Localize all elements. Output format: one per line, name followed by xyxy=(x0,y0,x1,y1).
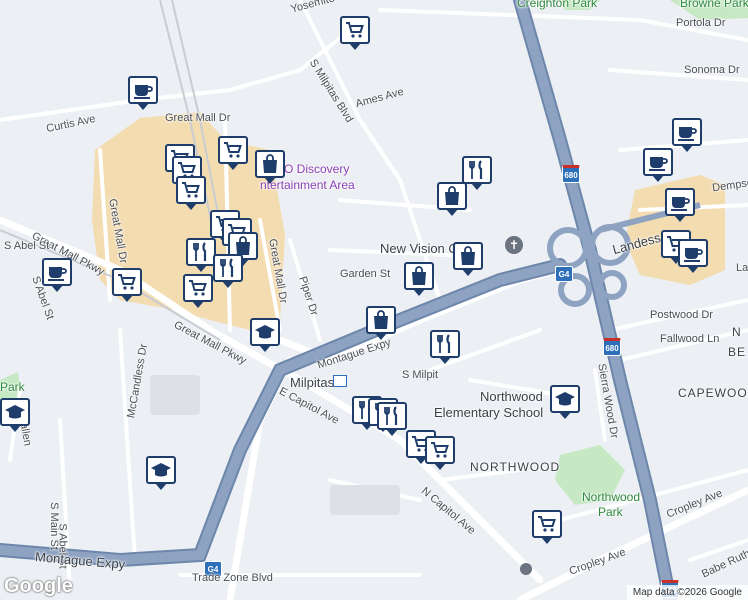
shopping-cart-marker[interactable] xyxy=(532,510,562,544)
info-icon xyxy=(520,563,532,575)
graduation-cap-marker[interactable] xyxy=(250,318,280,352)
coffee-cup-marker[interactable] xyxy=(672,118,702,152)
fork-knife-marker[interactable] xyxy=(462,156,492,190)
shopping-cart-icon xyxy=(222,140,244,160)
fork-knife-icon xyxy=(190,242,212,262)
shopping-cart-icon xyxy=(180,180,202,200)
fork-knife-marker[interactable] xyxy=(430,330,460,364)
coffee-cup-icon xyxy=(647,152,669,172)
fork-knife-marker[interactable] xyxy=(186,238,216,272)
shopping-bag-icon xyxy=(259,154,281,174)
coffee-cup-icon xyxy=(682,243,704,263)
shopping-cart-marker[interactable] xyxy=(183,274,213,308)
coffee-cup-marker[interactable] xyxy=(678,239,708,273)
shopping-bag-icon xyxy=(232,236,254,256)
shopping-cart-marker[interactable] xyxy=(218,136,248,170)
train-station-icon[interactable] xyxy=(333,375,347,387)
shopping-bag-icon xyxy=(457,246,479,266)
interstate-shield: 680 xyxy=(603,338,621,356)
graduation-cap-marker[interactable] xyxy=(550,385,580,419)
shopping-cart-marker[interactable] xyxy=(425,436,455,470)
shopping-cart-icon xyxy=(344,20,366,40)
shopping-cart-marker[interactable] xyxy=(112,268,142,302)
shopping-bag-marker[interactable] xyxy=(366,306,396,340)
shopping-bag-icon xyxy=(408,266,430,286)
map-base-layer xyxy=(0,0,748,600)
map-canvas[interactable]: 680 G4 680 G4 680 Yosemite Dr Creighton … xyxy=(0,0,748,600)
fork-knife-marker[interactable] xyxy=(377,402,407,436)
coffee-cup-marker[interactable] xyxy=(128,76,158,110)
graduation-cap-marker[interactable] xyxy=(146,456,176,490)
fork-knife-icon xyxy=(217,258,239,278)
google-logo: Google xyxy=(4,575,73,597)
church-icon[interactable]: ✝ xyxy=(505,236,523,254)
map-attribution[interactable]: Map data ©2026 Google xyxy=(626,585,748,600)
graduation-cap-marker[interactable] xyxy=(0,398,30,432)
coffee-cup-icon xyxy=(46,262,68,282)
county-route-shield: G4 xyxy=(555,266,573,282)
fork-knife-icon xyxy=(381,406,403,426)
shopping-bag-marker[interactable] xyxy=(255,150,285,184)
shopping-cart-icon xyxy=(536,514,558,534)
county-route-shield: G4 xyxy=(204,561,222,577)
coffee-cup-marker[interactable] xyxy=(665,188,695,222)
fork-knife-icon xyxy=(434,334,456,354)
fork-knife-icon xyxy=(466,160,488,180)
graduation-cap-icon xyxy=(150,460,172,480)
fork-knife-marker[interactable] xyxy=(213,254,243,288)
interstate-shield: 680 xyxy=(562,165,580,183)
shopping-cart-icon xyxy=(429,440,451,460)
graduation-cap-icon xyxy=(554,389,576,409)
shopping-cart-marker[interactable] xyxy=(176,176,206,210)
graduation-cap-icon xyxy=(254,322,276,342)
shopping-cart-icon xyxy=(187,278,209,298)
coffee-cup-marker[interactable] xyxy=(42,258,72,292)
coffee-cup-icon xyxy=(132,80,154,100)
shopping-cart-marker[interactable] xyxy=(340,16,370,50)
graduation-cap-icon xyxy=(4,402,26,422)
shopping-bag-marker[interactable] xyxy=(404,262,434,296)
coffee-cup-icon xyxy=(676,122,698,142)
shopping-bag-icon xyxy=(441,186,463,206)
shopping-bag-marker[interactable] xyxy=(437,182,467,216)
coffee-cup-icon xyxy=(669,192,691,212)
shopping-cart-icon xyxy=(116,272,138,292)
shopping-bag-marker[interactable] xyxy=(453,242,483,276)
shopping-bag-icon xyxy=(370,310,392,330)
coffee-cup-marker[interactable] xyxy=(643,148,673,182)
